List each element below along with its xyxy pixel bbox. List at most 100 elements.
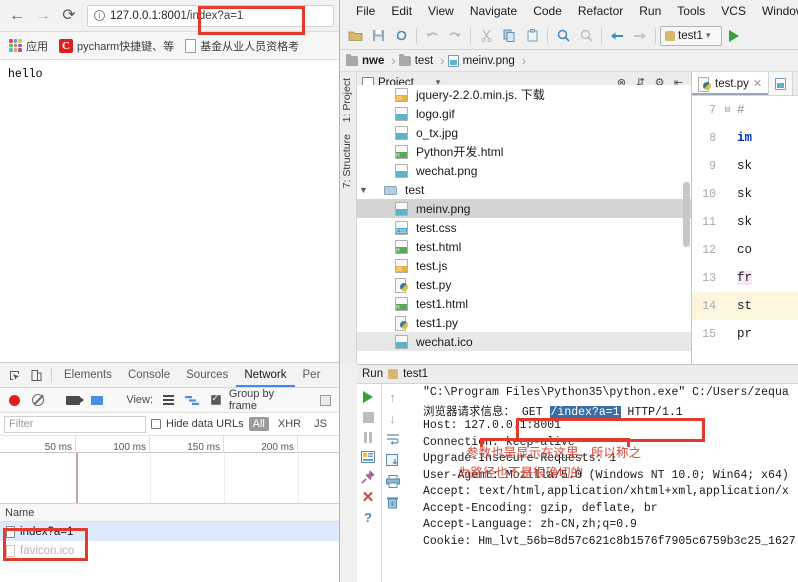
project-tree[interactable]: JS jquery-2.2.0.min.js. 下载 logo.gif o_tx.jp… bbox=[357, 85, 691, 355]
tree-item[interactable]: wechat.ico bbox=[357, 332, 691, 351]
menu-vcs[interactable]: VCS bbox=[713, 2, 754, 20]
close-run-button[interactable]: ✕ bbox=[359, 488, 377, 506]
find-icon[interactable] bbox=[552, 25, 574, 47]
menu-file[interactable]: File bbox=[348, 2, 383, 20]
breadcrumb-item-meinv[interactable]: meinv.png bbox=[447, 54, 519, 67]
tree-item[interactable]: test.py bbox=[357, 275, 691, 294]
tree-item[interactable]: ▼ test bbox=[357, 180, 691, 199]
info-icon[interactable]: i bbox=[94, 10, 105, 21]
replace-icon[interactable] bbox=[575, 25, 597, 47]
menu-navigate[interactable]: Navigate bbox=[462, 2, 525, 20]
run-tab-label[interactable]: test1 bbox=[403, 368, 428, 380]
run-configuration-selector[interactable]: test1 ▾ bbox=[660, 25, 722, 46]
show-console-button[interactable] bbox=[359, 448, 377, 466]
pin-button[interactable] bbox=[359, 468, 377, 486]
help-button[interactable]: ? bbox=[359, 508, 377, 526]
capture-screenshots-button[interactable] bbox=[63, 395, 85, 405]
tree-item[interactable]: H Python开发.html bbox=[357, 142, 691, 161]
clear-output-button[interactable] bbox=[384, 493, 402, 511]
menu-view[interactable]: View bbox=[420, 2, 462, 20]
tab-network[interactable]: Network bbox=[236, 363, 294, 387]
code-line[interactable]: 14 st bbox=[692, 292, 798, 320]
tree-item[interactable]: o_tx.jpg bbox=[357, 123, 691, 142]
hide-data-urls-checkbox[interactable] bbox=[151, 419, 161, 429]
code-line[interactable]: 10 sk bbox=[692, 180, 798, 208]
menu-run[interactable]: Run bbox=[631, 2, 669, 20]
table-row[interactable]: favicon.ico bbox=[0, 541, 339, 560]
filter-toggle-button[interactable] bbox=[87, 395, 108, 405]
back-navigation-icon[interactable] bbox=[606, 25, 628, 47]
code-area[interactable]: 7 ⊟ #8 im 9 sk 10 sk 11 sk 12 co 13 fr 14 st 15 pr bbox=[692, 96, 798, 364]
filter-input[interactable]: Filter bbox=[4, 415, 146, 433]
code-line[interactable]: 9 sk bbox=[692, 152, 798, 180]
console-output[interactable]: "C:\Program Files\Python35\python.exe" C… bbox=[423, 384, 798, 582]
tree-item[interactable]: JS jquery-2.2.0.min.js. 下载 bbox=[357, 85, 691, 104]
redo-icon[interactable] bbox=[444, 25, 466, 47]
cut-icon[interactable] bbox=[475, 25, 497, 47]
clear-button[interactable] bbox=[28, 394, 49, 406]
tab-performance[interactable]: Per bbox=[295, 363, 329, 387]
forward-button[interactable]: → bbox=[31, 4, 55, 28]
pause-button[interactable] bbox=[359, 428, 377, 446]
tree-item[interactable]: wechat.png bbox=[357, 161, 691, 180]
tree-item[interactable]: Htest1.html bbox=[357, 294, 691, 313]
copy-icon[interactable] bbox=[498, 25, 520, 47]
bookmark-apps[interactable]: 应用 bbox=[6, 36, 51, 56]
group-by-frame-checkbox[interactable] bbox=[205, 393, 226, 405]
sidebar-item-structure[interactable]: 7: Structure bbox=[340, 128, 354, 194]
table-row[interactable]: index?a=1 bbox=[0, 522, 339, 541]
tree-item[interactable]: CSS test.css bbox=[357, 218, 691, 237]
code-line[interactable]: 12 co bbox=[692, 236, 798, 264]
undo-icon[interactable] bbox=[421, 25, 443, 47]
stop-button[interactable] bbox=[359, 408, 377, 426]
list-view-button[interactable] bbox=[158, 395, 179, 405]
waterfall-view-button[interactable] bbox=[182, 395, 203, 406]
save-output-button[interactable] bbox=[384, 451, 402, 469]
rerun-button[interactable] bbox=[359, 388, 377, 406]
tab-next[interactable] bbox=[769, 72, 794, 95]
code-line[interactable]: 15 pr bbox=[692, 320, 798, 348]
fold-toggle-icon[interactable]: ⊟ bbox=[721, 105, 734, 115]
requests-table-header[interactable]: Name bbox=[0, 504, 339, 522]
tree-item[interactable]: test1.py bbox=[357, 313, 691, 332]
bookmark-pycharm[interactable]: C pycharm快捷键、等 bbox=[56, 36, 177, 56]
tree-item[interactable]: JS test.js bbox=[357, 256, 691, 275]
back-button[interactable]: ← bbox=[5, 4, 29, 28]
tab-test-py[interactable]: test.py ✕ bbox=[692, 72, 770, 95]
soft-wrap-button[interactable] bbox=[384, 430, 402, 448]
menu-code[interactable]: Code bbox=[525, 2, 570, 20]
reload-button[interactable]: ⟳ bbox=[57, 4, 81, 28]
filter-type-js[interactable]: JS bbox=[310, 417, 331, 431]
close-icon[interactable]: ✕ bbox=[753, 77, 762, 90]
overview-toggle-button[interactable] bbox=[315, 394, 336, 406]
tab-sources[interactable]: Sources bbox=[178, 363, 236, 387]
menu-edit[interactable]: Edit bbox=[383, 2, 420, 20]
filter-type-all[interactable]: All bbox=[248, 417, 269, 431]
chevron-down-icon[interactable]: ▼ bbox=[357, 185, 370, 195]
paste-icon[interactable] bbox=[521, 25, 543, 47]
save-all-icon[interactable] bbox=[367, 25, 389, 47]
project-tree-scrollbar[interactable] bbox=[683, 182, 690, 247]
sync-icon[interactable] bbox=[390, 25, 412, 47]
code-line[interactable]: 7 ⊟ # bbox=[692, 96, 798, 124]
open-project-icon[interactable] bbox=[344, 25, 366, 47]
breadcrumb-item-nwe[interactable]: nwe bbox=[346, 53, 388, 67]
bookmark-fund[interactable]: 基金从业人员资格考 bbox=[182, 36, 302, 56]
tree-item[interactable]: meinv.png bbox=[357, 199, 691, 218]
print-button[interactable] bbox=[384, 472, 402, 490]
tab-console[interactable]: Console bbox=[120, 363, 178, 387]
code-line[interactable]: 11 sk bbox=[692, 208, 798, 236]
code-line[interactable]: 13 fr bbox=[692, 264, 798, 292]
menu-window[interactable]: Window bbox=[754, 2, 798, 20]
address-bar[interactable]: i 127.0.0.1:800 1/index?a=1 bbox=[87, 4, 334, 27]
scroll-down-button[interactable]: ↓ bbox=[384, 409, 402, 427]
menu-tools[interactable]: Tools bbox=[669, 2, 713, 20]
inspect-element-icon[interactable] bbox=[3, 363, 25, 387]
sidebar-item-project[interactable]: 1: Project bbox=[340, 72, 354, 128]
menu-refactor[interactable]: Refactor bbox=[570, 2, 631, 20]
scroll-up-button[interactable]: ↑ bbox=[384, 388, 402, 406]
tree-item[interactable]: Htest.html bbox=[357, 237, 691, 256]
filter-type-xhr[interactable]: XHR bbox=[274, 417, 305, 431]
toggle-device-toolbar-icon[interactable] bbox=[25, 363, 47, 387]
record-button[interactable] bbox=[4, 394, 25, 406]
